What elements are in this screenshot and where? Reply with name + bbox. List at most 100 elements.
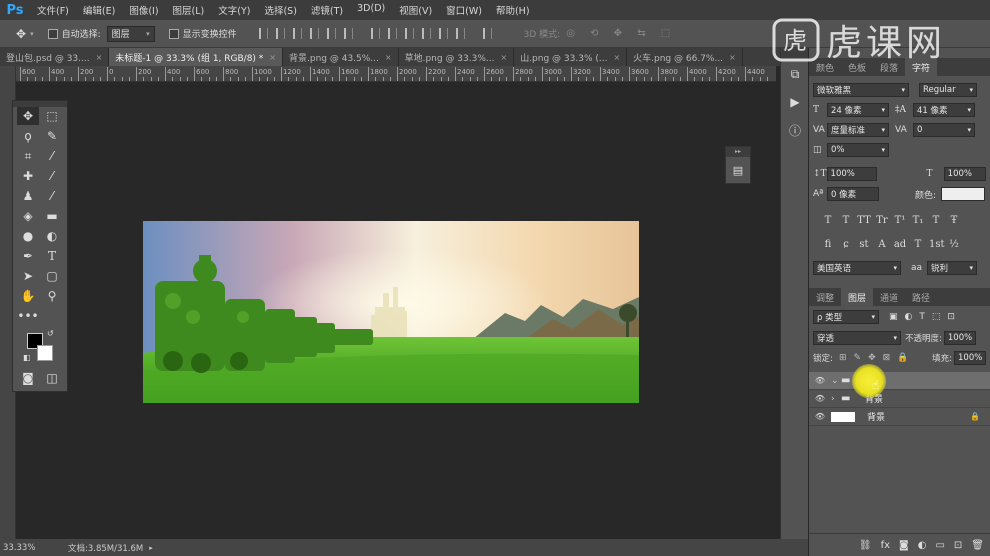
more-tools-icon[interactable]: ••• [17, 307, 39, 325]
expand-panel-icon[interactable]: ▸▸ [726, 147, 750, 157]
language-select[interactable]: 美国英语 ▾ [813, 261, 901, 275]
document-tab[interactable]: 火车.png @ 66.7%... × [627, 48, 743, 66]
leading-field[interactable]: 41 像素 ▾ [913, 103, 975, 117]
layer-row[interactable]: 👁 背景 🔒 [809, 408, 990, 426]
menu-item[interactable]: 图层(L) [166, 3, 212, 17]
document-canvas-image[interactable] [143, 221, 639, 403]
opentype-button[interactable]: T [911, 239, 925, 250]
close-tab-icon[interactable]: × [729, 53, 736, 62]
opentype-button[interactable]: 1st [929, 239, 945, 250]
menu-item[interactable]: 文字(Y) [211, 3, 257, 17]
panel-tab[interactable]: 通道 [873, 288, 905, 306]
document-tab[interactable]: 草地.png @ 33.3%... × [399, 48, 515, 66]
text-color-swatch[interactable] [941, 187, 985, 201]
opentype-button[interactable]: A [875, 239, 889, 250]
background-color-swatch[interactable] [37, 345, 53, 361]
type-style-button[interactable]: T [839, 215, 853, 226]
tool-preset-dropdown-icon[interactable]: ▾ [30, 30, 34, 38]
healing-brush-icon[interactable]: ✚ [17, 167, 39, 185]
tracking-field[interactable]: 0 ▾ [913, 123, 975, 137]
horizontal-scale-field[interactable]: 100% [943, 167, 986, 181]
document-tab[interactable]: 山.png @ 33.3% (... × [514, 48, 628, 66]
type-style-button[interactable]: Ŧ [947, 215, 961, 226]
layer-row[interactable]: 👁 › ▬ 背景 [809, 390, 990, 408]
pen-tool-icon[interactable]: ✒ [17, 247, 39, 265]
mask-icon[interactable]: ◙ [899, 540, 909, 551]
auto-select-dropdown[interactable]: 图层 ▾ [106, 25, 155, 42]
layer-name[interactable]: 背景 [867, 410, 885, 423]
type-style-button[interactable]: T¹ [893, 215, 907, 226]
menu-item[interactable]: 视图(V) [392, 3, 439, 17]
lock-icons[interactable]: ⊞✎✥⊠🔒 [839, 353, 915, 363]
actions-play-icon[interactable]: ▶ [781, 88, 809, 116]
expand-group-icon[interactable]: ⌄ [831, 376, 841, 386]
panel-tab[interactable]: 段落 [873, 58, 905, 76]
anti-alias-select[interactable]: 锐利 ▾ [927, 261, 977, 275]
opentype-button[interactable]: st [857, 239, 871, 250]
type-style-button[interactable]: T [821, 215, 835, 226]
panel-tab[interactable]: 颜色 [809, 58, 841, 76]
opentype-button[interactable]: ½ [947, 239, 961, 250]
path-select-tool-icon[interactable]: ➤ [17, 267, 39, 285]
clone-stamp-icon[interactable]: ♟ [17, 187, 39, 205]
show-transform-checkbox[interactable] [168, 28, 179, 39]
fill-field[interactable]: 100% [954, 351, 986, 365]
3d-mode-icons[interactable]: ◎ ⟲ ✥ ⇆ ⬚ [566, 28, 676, 39]
font-size-field[interactable]: 24 像素 ▾ [827, 103, 889, 117]
history-brush-icon[interactable]: ⁄ [41, 187, 63, 205]
panel-tab[interactable]: 路径 [905, 288, 937, 306]
document-tab[interactable]: 背景.png @ 43.5%... × [283, 48, 399, 66]
close-tab-icon[interactable]: × [613, 53, 620, 62]
layer-filter-icons[interactable]: ▣◐T⬚⊡ [889, 312, 962, 322]
lasso-tool-icon[interactable]: ϙ [17, 127, 39, 145]
document-tab[interactable]: 登山包.psd @ 33.... × [0, 48, 110, 66]
opentype-button[interactable]: fi [821, 239, 835, 250]
menu-item[interactable]: 图像(I) [122, 3, 165, 17]
quick-mask-icon[interactable]: ◙ [17, 369, 39, 387]
type-style-button[interactable]: T [929, 215, 943, 226]
visibility-eye-icon[interactable]: 👁 [809, 412, 831, 421]
panel-tab[interactable]: 图层 [841, 288, 874, 306]
move-tool-icon[interactable]: ✥ [16, 27, 26, 41]
visibility-eye-icon[interactable]: 👁 [809, 394, 831, 403]
font-family-select[interactable]: 微软雅黑 ▾ [813, 83, 909, 97]
baseline-field[interactable]: 0 像素 [827, 187, 879, 201]
eraser-tool-icon[interactable]: ◈ [17, 207, 39, 225]
blend-mode-select[interactable]: 穿透 ▾ [813, 331, 901, 345]
crop-tool-icon[interactable]: ⌗ [17, 147, 39, 165]
brush-tool-icon[interactable]: ⁄ [41, 167, 63, 185]
opentype-button[interactable]: ɕ [839, 239, 853, 250]
marquee-tool-icon[interactable]: ⬚ [41, 107, 63, 125]
gradient-tool-icon[interactable]: ▬ [41, 207, 63, 225]
menu-item[interactable]: 滤镜(T) [304, 3, 350, 17]
swap-colors-icon[interactable]: ↺ [47, 329, 54, 338]
align-buttons[interactable] [255, 28, 496, 39]
zoom-tool-icon[interactable]: ⚲ [41, 287, 63, 305]
menu-item[interactable]: 帮助(H) [489, 3, 537, 17]
type-style-button[interactable]: TT [857, 215, 871, 226]
trash-icon[interactable]: 🗑 [971, 540, 984, 551]
panel-tab[interactable]: 调整 [809, 288, 841, 306]
folder-icon[interactable]: ▭ [935, 540, 944, 551]
visibility-eye-icon[interactable]: 👁 [809, 376, 831, 385]
shape-tool-icon[interactable]: ▢ [41, 267, 63, 285]
quick-select-tool-icon[interactable]: ✎ [41, 127, 63, 145]
document-tab[interactable]: 未标题-1 @ 33.3% (组 1, RGB/8) * × [109, 48, 283, 66]
move-tool-icon[interactable]: ✥ [17, 107, 39, 125]
close-tab-icon[interactable]: × [269, 53, 276, 62]
panel-tab[interactable]: 字符 [905, 58, 938, 76]
status-menu-icon[interactable]: ▸ [149, 544, 153, 552]
expand-group-icon[interactable]: › [831, 394, 841, 404]
menu-item[interactable]: 编辑(E) [76, 3, 122, 17]
type-style-button[interactable]: T₁ [911, 215, 925, 226]
new-layer-icon[interactable]: ⊡ [954, 540, 962, 551]
vertical-scale-field[interactable]: 100% [826, 167, 877, 181]
menu-item[interactable]: 选择(S) [257, 3, 303, 17]
font-style-select[interactable]: Regular ▾ [919, 83, 977, 97]
menu-item[interactable]: 文件(F) [30, 3, 76, 17]
adjust-icon[interactable]: ◐ [918, 540, 927, 551]
history-icon[interactable]: ⧉ [781, 60, 809, 88]
default-colors-icon[interactable]: ◧ [23, 353, 31, 362]
auto-select-checkbox[interactable] [47, 28, 58, 39]
kerning-field[interactable]: 度量标准 ▾ [827, 123, 889, 137]
